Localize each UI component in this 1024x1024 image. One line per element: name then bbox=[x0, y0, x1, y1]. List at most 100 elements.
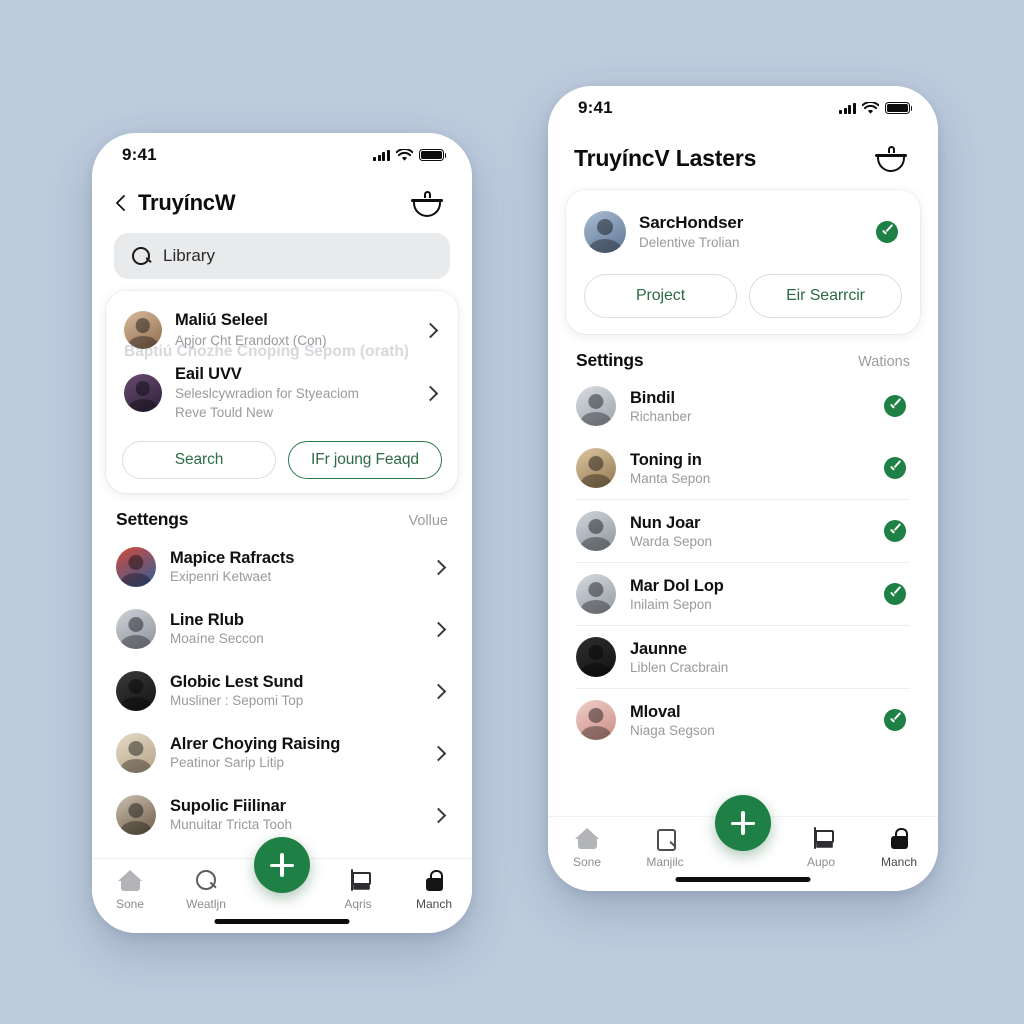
list-item[interactable]: Jaunne Liblen Cracbrain bbox=[548, 626, 938, 688]
list-item-subtitle: Moaíne Seccon bbox=[170, 631, 264, 647]
project-button[interactable]: Project bbox=[584, 274, 737, 318]
profile-row[interactable]: SarcHondser Delentive Trolian bbox=[566, 204, 920, 260]
tab-label: Sone bbox=[572, 855, 602, 869]
check-circle-icon[interactable] bbox=[884, 457, 906, 479]
search-value: Library bbox=[163, 246, 215, 265]
eir-searrcir-button[interactable]: Eir Searrcir bbox=[749, 274, 902, 318]
card-row-subtitle: Apjor Cht Erandoxt (Con) bbox=[175, 332, 327, 348]
tab-weatljn[interactable]: Weatljn bbox=[168, 869, 244, 911]
check-circle-icon[interactable] bbox=[884, 583, 906, 605]
search-button[interactable]: Search bbox=[122, 440, 276, 479]
list-item[interactable]: Nun Joar Warda Sepon bbox=[548, 500, 938, 562]
home-indicator bbox=[675, 877, 811, 882]
avatar bbox=[576, 700, 616, 740]
avatar bbox=[124, 310, 162, 349]
list-item-title: Line Rlub bbox=[170, 611, 244, 630]
chevron-right-icon[interactable] bbox=[432, 623, 444, 635]
phone-left: 9:41 TruyíncW Library Maliú Seleel Apjor… bbox=[92, 133, 472, 933]
card-row-1[interactable]: Maliú Seleel Apjor Cht Erandoxt (Con) bbox=[106, 303, 458, 357]
chevron-right-icon[interactable] bbox=[432, 685, 444, 697]
avatar bbox=[116, 546, 156, 587]
list-item-title: Jaunne bbox=[630, 639, 687, 658]
left-list: Mapice Rafracts Exipenri Ketwaet Line Rl… bbox=[92, 536, 472, 859]
chevron-right-icon[interactable] bbox=[424, 324, 436, 336]
avatar bbox=[584, 211, 626, 253]
right-tab-bar: Sone Manjilc Aupo Manch bbox=[548, 795, 938, 891]
bowl-icon[interactable] bbox=[874, 142, 908, 174]
add-button[interactable] bbox=[715, 795, 771, 851]
tab-manjilc[interactable]: Manjilc bbox=[626, 827, 704, 869]
tab-label: Sone bbox=[115, 897, 145, 911]
flag-icon bbox=[810, 827, 834, 850]
tab-manch[interactable]: Manch bbox=[860, 827, 938, 869]
check-circle-icon bbox=[876, 221, 898, 243]
search-icon bbox=[132, 246, 151, 266]
list-item[interactable]: Mloval Niaga Segson bbox=[548, 689, 938, 751]
plus-icon bbox=[270, 853, 294, 877]
card-row-2[interactable]: Eail UVV Seleslcywradion for Styeaciom R… bbox=[106, 357, 458, 429]
list-item[interactable]: Mapice Rafracts Exipenri Ketwaet bbox=[92, 536, 472, 598]
chevron-left-icon[interactable] bbox=[114, 195, 130, 211]
home-icon bbox=[575, 827, 599, 850]
list-item-title: Nun Joar bbox=[630, 513, 701, 532]
tab-sone[interactable]: Sone bbox=[92, 869, 168, 911]
list-item[interactable]: Globic Lest Sund Musliner : Sepomi Top bbox=[92, 660, 472, 722]
avatar bbox=[576, 637, 616, 677]
phone-right: 9:41 TruyíncV Lasters SarcHondser Delent… bbox=[548, 86, 938, 891]
list-item[interactable]: Bindil Richanber bbox=[548, 375, 938, 437]
avatar bbox=[576, 511, 616, 551]
section-action[interactable]: Vollue bbox=[408, 513, 448, 529]
list-item-subtitle: Liblen Cracbrain bbox=[630, 659, 729, 675]
chevron-right-icon[interactable] bbox=[432, 747, 444, 759]
profile-title: SarcHondser bbox=[639, 212, 744, 232]
profile-button-row: Project Eir Searrcir bbox=[566, 260, 920, 318]
wifi-icon bbox=[862, 101, 879, 114]
tab-label: Manch bbox=[415, 897, 453, 911]
plus-icon bbox=[731, 811, 755, 835]
left-status-bar: 9:41 bbox=[92, 133, 472, 177]
check-circle-icon[interactable] bbox=[884, 395, 906, 417]
chevron-right-icon[interactable] bbox=[432, 809, 444, 821]
check-circle-icon[interactable] bbox=[884, 709, 906, 731]
check-circle-icon[interactable] bbox=[884, 520, 906, 542]
right-profile-card: SarcHondser Delentive Trolian Project Ei… bbox=[566, 190, 920, 334]
right-screen: 9:41 TruyíncV Lasters SarcHondser Delent… bbox=[548, 86, 938, 891]
avatar bbox=[116, 732, 156, 773]
list-item[interactable]: Toning in Manta Sepon bbox=[548, 437, 938, 499]
left-title-bar: TruyíncW bbox=[92, 177, 472, 233]
page-title: TruyíncV Lasters bbox=[574, 144, 757, 171]
list-item-title: Supolic Fiilinar bbox=[170, 797, 286, 816]
lock-icon bbox=[423, 869, 446, 892]
search-input[interactable]: Library bbox=[114, 233, 450, 279]
chevron-right-icon[interactable] bbox=[424, 387, 436, 399]
tab-aupo[interactable]: Aupo bbox=[782, 827, 860, 869]
left-screen: 9:41 TruyíncW Library Maliú Seleel Apjor… bbox=[92, 133, 472, 933]
list-item[interactable]: Alrer Choying Raising Peatinor Sarip Lit… bbox=[92, 722, 472, 784]
search-icon bbox=[195, 869, 218, 892]
left-section-header: Settengs Vollue bbox=[92, 493, 472, 536]
tab-aqris[interactable]: Aqris bbox=[320, 869, 396, 911]
avatar bbox=[124, 373, 162, 412]
list-item-subtitle: Manta Sepon bbox=[630, 470, 711, 486]
left-card: Maliú Seleel Apjor Cht Erandoxt (Con) Ba… bbox=[106, 291, 458, 493]
tab-manch[interactable]: Manch bbox=[396, 869, 472, 911]
status-icons bbox=[373, 148, 447, 162]
profile-subtitle: Delentive Trolian bbox=[639, 235, 740, 251]
list-item-subtitle: Munuitar Tricta Tooh bbox=[170, 817, 293, 833]
chevron-right-icon[interactable] bbox=[432, 561, 444, 573]
list-item-title: Bindil bbox=[630, 388, 675, 407]
tab-sone[interactable]: Sone bbox=[548, 827, 626, 869]
section-action[interactable]: Wations bbox=[858, 354, 910, 370]
cellular-bars-icon bbox=[373, 149, 390, 161]
status-clock: 9:41 bbox=[578, 98, 613, 117]
card-button-row: Search IFr joung Feaqd bbox=[106, 429, 458, 479]
list-item[interactable]: Line Rlub Moaíne Seccon bbox=[92, 598, 472, 660]
bowl-icon[interactable] bbox=[410, 187, 444, 219]
section-title: Settengs bbox=[116, 508, 189, 529]
tab-label: Weatljn bbox=[186, 897, 226, 911]
list-item-title: Mapice Rafracts bbox=[170, 549, 295, 568]
joung-feaqd-button[interactable]: IFr joung Feaqd bbox=[288, 440, 442, 479]
cellular-bars-icon bbox=[839, 102, 856, 114]
add-button[interactable] bbox=[254, 837, 310, 893]
list-item[interactable]: Mar Dol Lop Inilaim Sepon bbox=[548, 563, 938, 625]
